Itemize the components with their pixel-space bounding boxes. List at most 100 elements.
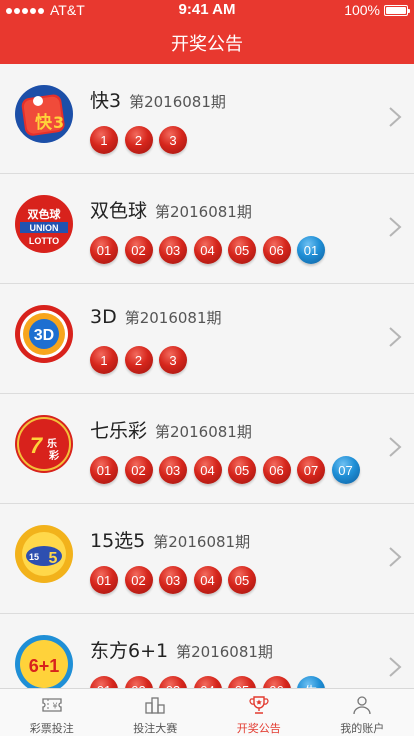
tab-draw-results[interactable]: 开奖公告	[207, 689, 311, 736]
red-ball: 03	[159, 566, 187, 594]
red-ball: 02	[124, 676, 153, 688]
lottery-name: 3D 第2016081期	[90, 306, 222, 328]
red-ball: 06	[262, 676, 291, 688]
issue-number: 第2016081期	[155, 423, 252, 441]
winning-numbers: 01 02 03 04 05 06 01	[90, 236, 332, 270]
issue-number: 第2016081期	[124, 309, 222, 327]
red-ball: 04	[193, 676, 222, 688]
chevron-right-icon[interactable]	[388, 436, 402, 458]
tab-label: 投注大赛	[133, 722, 178, 735]
user-icon	[353, 696, 371, 715]
lottery-list[interactable]: 快 3 快3 第2016081期 1 2 3 双色球 UNION LOTTO 双…	[0, 64, 414, 688]
page-title: 开奖公告	[171, 34, 243, 55]
tab-lottery-betting[interactable]: ¥ 彩票投注	[0, 689, 104, 736]
winning-numbers: 01 02 03 04 05 06 生	[90, 676, 332, 688]
red-ball: 02	[124, 566, 153, 594]
svg-text:¥: ¥	[52, 702, 57, 711]
tab-label: 彩票投注	[29, 722, 74, 735]
dongfang61-logo-icon: 6+1	[14, 634, 74, 688]
trophy-icon	[249, 696, 269, 714]
battery-icon	[384, 4, 410, 16]
svg-text:双色球: 双色球	[28, 207, 62, 221]
red-ball: 04	[193, 236, 222, 264]
lottery-row-shuangseqiu[interactable]: 双色球 UNION LOTTO 双色球 第2016081期 01 02 03 04…	[0, 174, 414, 284]
lottery-name: 快3 第2016081期	[90, 86, 226, 113]
chevron-right-icon[interactable]	[388, 216, 402, 238]
red-ball: 01	[90, 676, 118, 688]
lottery-name: 双色球 第2016081期	[90, 196, 252, 223]
issue-number: 第2016081期	[176, 643, 273, 661]
red-ball: 01	[90, 566, 118, 594]
red-ball: 02	[124, 236, 153, 264]
red-ball: 05	[228, 676, 256, 688]
winning-numbers: 1 2 3	[90, 346, 194, 380]
kuai3-logo-icon: 快 3	[14, 84, 74, 144]
status-bar: AT&T 9:41 AM 100%	[0, 0, 414, 20]
tab-label: 我的账户	[340, 722, 385, 735]
lottery-title: 七乐彩	[90, 420, 148, 442]
red-ball: 07	[297, 456, 325, 484]
red-ball: 1	[90, 346, 118, 374]
red-ball: 04	[193, 566, 222, 594]
winning-numbers: 1 2 3	[90, 126, 194, 160]
lottery-row-15xuan5[interactable]: 15 5 15选5 第2016081期 01 02 03 04 05	[0, 504, 414, 614]
lottery-name: 东方6+1 第2016081期	[90, 636, 273, 663]
lottery-row-dongfang61[interactable]: 6+1 东方6+1 第2016081期 01 02 03 04 05 06 生	[0, 614, 414, 688]
red-ball: 03	[159, 676, 187, 688]
red-ball: 05	[228, 566, 256, 594]
red-ball: 05	[228, 236, 256, 264]
lottery-row-3d[interactable]: 3D 3D 第2016081期 1 2 3	[0, 284, 414, 394]
lottery-row-qilecai[interactable]: 7 乐 彩 七乐彩 第2016081期 01 02 03 04 05 06 07 …	[0, 394, 414, 504]
red-ball: 2	[124, 126, 153, 154]
tab-my-account[interactable]: 我的账户	[311, 689, 414, 736]
svg-text:UNION: UNION	[30, 223, 59, 233]
svg-text:7: 7	[30, 433, 44, 458]
podium-icon	[145, 697, 165, 714]
red-ball: 02	[124, 456, 153, 484]
lottery-name: 15选5 第2016081期	[90, 526, 250, 553]
lottery-title: 双色球	[90, 200, 148, 222]
screen: AT&T 9:41 AM 100% 开奖公告 快 3 快3 第2016081期 …	[0, 0, 414, 736]
lottery-name: 七乐彩 第2016081期	[90, 416, 252, 443]
tab-bar: ¥ 彩票投注 投注大赛 开奖公告 我的账户	[0, 688, 414, 736]
top-bar: AT&T 9:41 AM 100% 开奖公告	[0, 0, 414, 64]
red-ball: 04	[193, 456, 222, 484]
blue-ball: 01	[297, 236, 325, 264]
lottery-row-kuai3[interactable]: 快 3 快3 第2016081期 1 2 3	[0, 64, 414, 174]
15xuan5-logo-icon: 15 5	[14, 524, 74, 584]
red-ball: 3	[159, 126, 187, 154]
svg-text:5: 5	[49, 550, 58, 567]
chevron-right-icon[interactable]	[388, 546, 402, 568]
issue-number: 第2016081期	[155, 203, 252, 221]
red-ball: 01	[90, 456, 118, 484]
red-ball: 03	[159, 236, 187, 264]
shuangseqiu-logo-icon: 双色球 UNION LOTTO	[14, 194, 74, 254]
chevron-right-icon[interactable]	[388, 656, 402, 678]
qilecai-logo-icon: 7 乐 彩	[14, 414, 74, 474]
red-ball: 3	[159, 346, 187, 374]
winning-numbers: 01 02 03 04 05 06 07 07	[90, 456, 366, 490]
lottery-title: 3D	[90, 306, 117, 328]
svg-text:3: 3	[53, 113, 64, 132]
issue-number: 第2016081期	[129, 93, 226, 111]
red-ball: 01	[90, 236, 118, 264]
battery-area: 100%	[344, 2, 410, 18]
red-ball: 06	[262, 456, 291, 484]
red-ball: 1	[90, 126, 118, 154]
chevron-right-icon[interactable]	[388, 326, 402, 348]
svg-text:乐: 乐	[47, 437, 57, 450]
lottery-title: 15选5	[90, 530, 146, 552]
battery-percent: 100%	[344, 2, 380, 18]
red-ball: 06	[262, 236, 291, 264]
winning-numbers: 01 02 03 04 05	[90, 566, 263, 600]
blue-ball: 07	[331, 456, 360, 484]
tab-label: 开奖公告	[236, 722, 281, 735]
svg-text:彩: 彩	[48, 449, 59, 462]
tab-betting-contest[interactable]: 投注大赛	[104, 689, 208, 736]
issue-number: 第2016081期	[153, 533, 251, 551]
red-ball: 2	[124, 346, 153, 374]
chevron-right-icon[interactable]	[388, 106, 402, 128]
red-ball: 03	[159, 456, 187, 484]
svg-text:15: 15	[29, 552, 39, 562]
lottery-ticket-icon: ¥	[42, 698, 62, 712]
